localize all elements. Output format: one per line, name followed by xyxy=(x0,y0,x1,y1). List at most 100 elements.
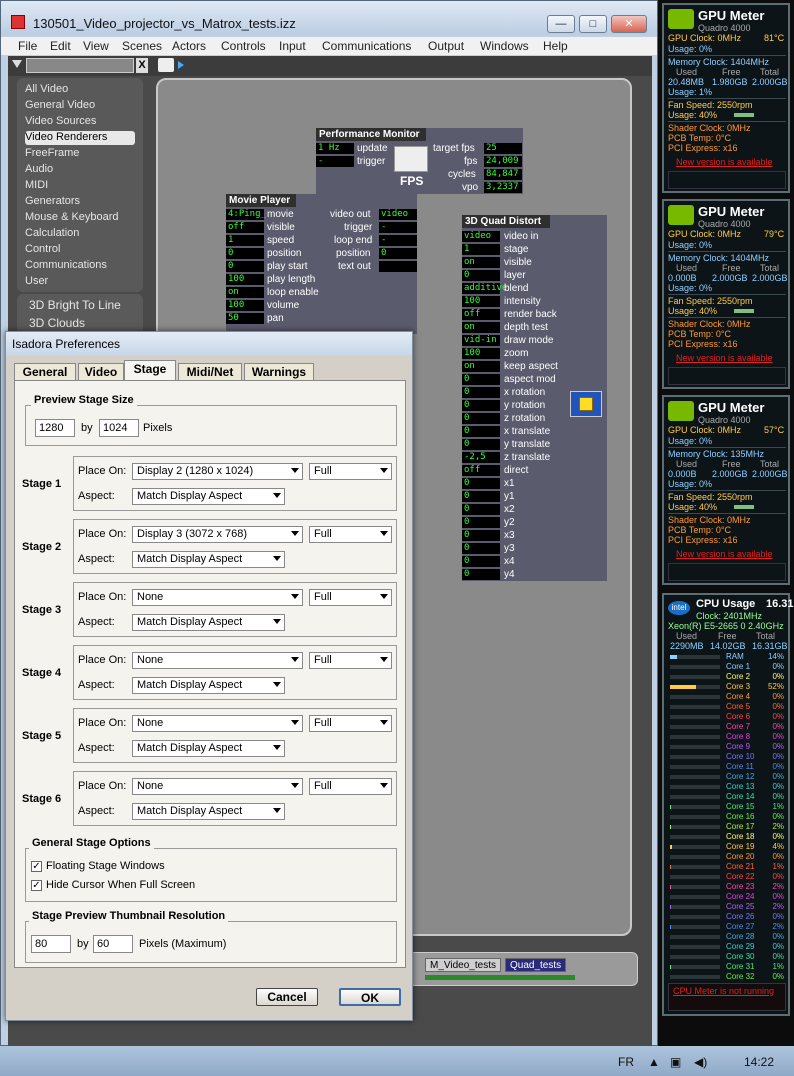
play-arrow-icon[interactable] xyxy=(178,61,184,69)
stage-4-mode-select[interactable]: Full xyxy=(309,652,392,669)
stage-6-mode-select[interactable]: Full xyxy=(309,778,392,795)
qd-y4-value[interactable]: 0 xyxy=(462,569,500,580)
scene-tab-video-tests[interactable]: M_Video_tests xyxy=(425,958,501,972)
qd-x1-value[interactable]: 0 xyxy=(462,478,500,489)
stage-3-aspect-select[interactable]: Match Display Aspect xyxy=(132,614,285,631)
qd-x-translate-value[interactable]: 0 xyxy=(462,426,500,437)
stage-6-aspect-select[interactable]: Match Display Aspect xyxy=(132,803,285,820)
menu-actors[interactable]: Actors xyxy=(172,39,206,53)
stage-2-aspect-select[interactable]: Match Display Aspect xyxy=(132,551,285,568)
mp-movie-value[interactable]: 4:Ping_ xyxy=(226,209,266,220)
qd-z-rotation-value[interactable]: 0 xyxy=(462,413,500,424)
qd-blend-value[interactable]: additive xyxy=(462,283,507,294)
qd-draw-mode-value[interactable]: vid-in xyxy=(462,335,500,346)
tab-video[interactable]: Video xyxy=(78,363,124,381)
qd-y3-value[interactable]: 0 xyxy=(462,543,500,554)
actor-search-input[interactable] xyxy=(26,58,134,73)
category-control[interactable]: Control xyxy=(25,243,135,257)
clear-search-icon[interactable]: X xyxy=(136,58,148,73)
stage-5-aspect-select[interactable]: Match Display Aspect xyxy=(132,740,285,757)
qd-render-back-value[interactable]: off xyxy=(462,309,500,320)
qd-video-in-value[interactable]: video xyxy=(462,231,500,242)
movie-player-node[interactable]: Movie Player 4:Ping_ movie off visible 1… xyxy=(226,194,417,334)
menu-view[interactable]: View xyxy=(83,39,109,53)
stage-2-mode-select[interactable]: Full xyxy=(309,526,392,543)
menu-input[interactable]: Input xyxy=(279,39,306,53)
quad-distort-node[interactable]: 3D Quad Distort video video in 1 stage o… xyxy=(462,215,607,581)
preview-height-input[interactable]: 1024 xyxy=(99,419,139,437)
qd-y1-value[interactable]: 0 xyxy=(462,491,500,502)
tab-midi-net[interactable]: Midi/Net xyxy=(178,363,242,381)
cpu-notice[interactable]: CPU Meter is not running xyxy=(673,986,774,996)
stage-5-place-select[interactable]: None xyxy=(132,715,303,732)
gpu-1-update-notice[interactable]: New version is available xyxy=(676,157,773,167)
category-user[interactable]: User xyxy=(25,275,135,289)
qd-intensity-value[interactable]: 100 xyxy=(462,296,500,307)
qd-stage-value[interactable]: 1 xyxy=(462,244,500,255)
camera-icon[interactable] xyxy=(158,58,174,72)
category-general-video[interactable]: General Video xyxy=(25,99,135,113)
category-mouse-keyboard[interactable]: Mouse & Keyboard xyxy=(25,211,135,225)
collapse-arrow-icon[interactable] xyxy=(12,60,22,68)
qd-visible-value[interactable]: on xyxy=(462,257,500,268)
stage-4-aspect-select[interactable]: Match Display Aspect xyxy=(132,677,285,694)
thumb-height-input[interactable]: 60 xyxy=(93,935,133,953)
dialog-title[interactable]: Isadora Preferences xyxy=(6,332,412,356)
title-bar[interactable]: 130501_Video_projector_vs_Matrox_tests.i… xyxy=(1,1,657,35)
qd-layer-value[interactable]: 0 xyxy=(462,270,500,281)
mp-loop-enable-value[interactable]: on xyxy=(226,287,264,298)
hide-cursor-checkbox[interactable]: ✓ xyxy=(31,880,42,891)
qd-x3-value[interactable]: 0 xyxy=(462,530,500,541)
qd-y2-value[interactable]: 0 xyxy=(462,517,500,528)
tray-expand-icon[interactable]: ▲ xyxy=(648,1055,660,1069)
qd-aspect-mod-value[interactable]: 0 xyxy=(462,374,500,385)
volume-icon[interactable]: ◀) xyxy=(694,1055,707,1069)
floating-stage-checkbox[interactable]: ✓ xyxy=(31,861,42,872)
category-communications[interactable]: Communications xyxy=(25,259,135,273)
perf-update-value[interactable]: 1 Hz xyxy=(316,143,354,154)
minimize-button[interactable]: — xyxy=(547,15,575,33)
qd-zoom-value[interactable]: 100 xyxy=(462,348,500,359)
stage-6-place-select[interactable]: None xyxy=(132,778,303,795)
menu-file[interactable]: File xyxy=(18,39,37,53)
qd-x2-value[interactable]: 0 xyxy=(462,504,500,515)
perf-trigger-value[interactable]: - xyxy=(316,156,354,167)
actor-3d-bright-to-line[interactable]: 3D Bright To Line xyxy=(29,298,121,312)
menu-communications[interactable]: Communications xyxy=(322,39,411,53)
preview-width-input[interactable]: 1280 xyxy=(35,419,75,437)
menu-windows[interactable]: Windows xyxy=(480,39,529,53)
menu-help[interactable]: Help xyxy=(543,39,568,53)
category-calculation[interactable]: Calculation xyxy=(25,227,135,241)
stage-1-mode-select[interactable]: Full xyxy=(309,463,392,480)
mp-play-start-value[interactable]: 0 xyxy=(226,261,264,272)
mp-speed-value[interactable]: 1 xyxy=(226,235,264,246)
menu-output[interactable]: Output xyxy=(428,39,464,53)
menu-scenes[interactable]: Scenes xyxy=(122,39,162,53)
qd-y-translate-value[interactable]: 0 xyxy=(462,439,500,450)
category-all-video[interactable]: All Video xyxy=(25,83,135,97)
qd-depth-test-value[interactable]: on xyxy=(462,322,500,333)
gpu-3-update-notice[interactable]: New version is available xyxy=(676,549,773,559)
cancel-button[interactable]: Cancel xyxy=(256,988,318,1006)
category-video-renderers[interactable]: Video Renderers xyxy=(25,131,135,145)
stage-1-aspect-select[interactable]: Match Display Aspect xyxy=(132,488,285,505)
mp-pan-value[interactable]: 50 xyxy=(226,313,264,324)
mp-play-length-value[interactable]: 100 xyxy=(226,274,264,285)
network-icon[interactable]: ▣ xyxy=(670,1055,681,1069)
category-audio[interactable]: Audio xyxy=(25,163,135,177)
category-freeframe[interactable]: FreeFrame xyxy=(25,147,135,161)
qd-x-rotation-value[interactable]: 0 xyxy=(462,387,500,398)
maximize-button[interactable]: □ xyxy=(579,15,607,33)
performance-monitor-node[interactable]: Performance Monitor 1 Hz update - trigge… xyxy=(316,128,523,194)
close-button[interactable]: ✕ xyxy=(611,15,647,33)
ok-button[interactable]: OK xyxy=(339,988,401,1006)
stage-3-place-select[interactable]: None xyxy=(132,589,303,606)
stage-2-place-select[interactable]: Display 3 (3072 x 768) xyxy=(132,526,303,543)
category-generators[interactable]: Generators xyxy=(25,195,135,209)
clock[interactable]: 14:22 xyxy=(744,1055,774,1069)
stage-3-mode-select[interactable]: Full xyxy=(309,589,392,606)
stage-4-place-select[interactable]: None xyxy=(132,652,303,669)
stage-5-mode-select[interactable]: Full xyxy=(309,715,392,732)
mp-position-value[interactable]: 0 xyxy=(226,248,264,259)
qd-direct-value[interactable]: off xyxy=(462,465,500,476)
